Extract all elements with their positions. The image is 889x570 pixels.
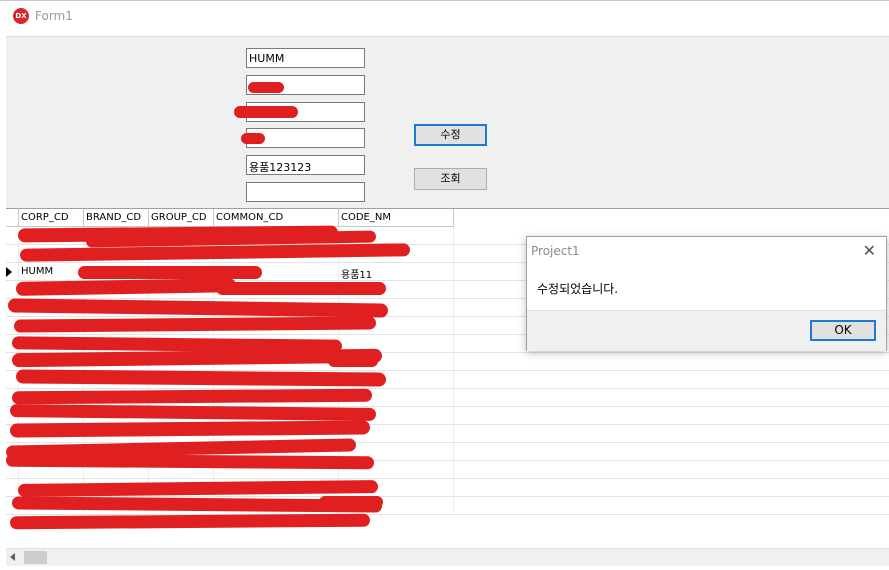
row-indicator[interactable] (6, 245, 19, 263)
dialog-message: 수정되었습니다. (537, 282, 619, 296)
cell-code-nm[interactable]: 용품11 (339, 263, 454, 281)
app-logo-icon: DX (13, 8, 29, 24)
column-header-corp-cd[interactable]: CORP_CD (19, 209, 84, 227)
dialog-footer: OK (527, 310, 886, 351)
redaction-mark (234, 106, 298, 118)
update-button[interactable]: 수정 (414, 124, 487, 146)
current-row-arrow-icon (6, 267, 12, 277)
field-code-name[interactable]: 용품123123 (246, 155, 365, 175)
field-extra[interactable] (246, 182, 365, 202)
window-titlebar: DX Form1 (0, 0, 889, 31)
message-dialog: Project1 ✕ 수정되었습니다. OK (526, 236, 887, 351)
form-panel: HUMM 용품123123 수정 조회 (6, 36, 889, 209)
redaction-mark (248, 82, 284, 93)
row-header-corner (6, 209, 19, 227)
redaction-mark (241, 133, 265, 144)
horizontal-scrollbar[interactable] (6, 548, 889, 566)
grid-header: CORP_CD BRAND_CD GROUP_CD COMMON_CD CODE… (6, 209, 889, 227)
column-header-common-cd[interactable]: COMMON_CD (214, 209, 339, 227)
row-indicator[interactable] (6, 479, 19, 497)
column-header-code-nm[interactable]: CODE_NM (339, 209, 454, 227)
dialog-title: Project1 (531, 244, 580, 258)
scroll-thumb[interactable] (24, 551, 47, 564)
field-corp[interactable]: HUMM (246, 48, 365, 68)
window-title: Form1 (35, 9, 73, 23)
scroll-left-arrow-icon[interactable] (10, 553, 15, 561)
cell-corp-cd[interactable]: HUMM (19, 263, 84, 281)
row-indicator[interactable] (6, 263, 19, 281)
search-button[interactable]: 조회 (414, 168, 487, 190)
column-header-brand-cd[interactable]: BRAND_CD (84, 209, 149, 227)
ok-button[interactable]: OK (810, 320, 876, 341)
close-icon[interactable]: ✕ (863, 241, 876, 260)
column-header-group-cd[interactable]: GROUP_CD (149, 209, 214, 227)
